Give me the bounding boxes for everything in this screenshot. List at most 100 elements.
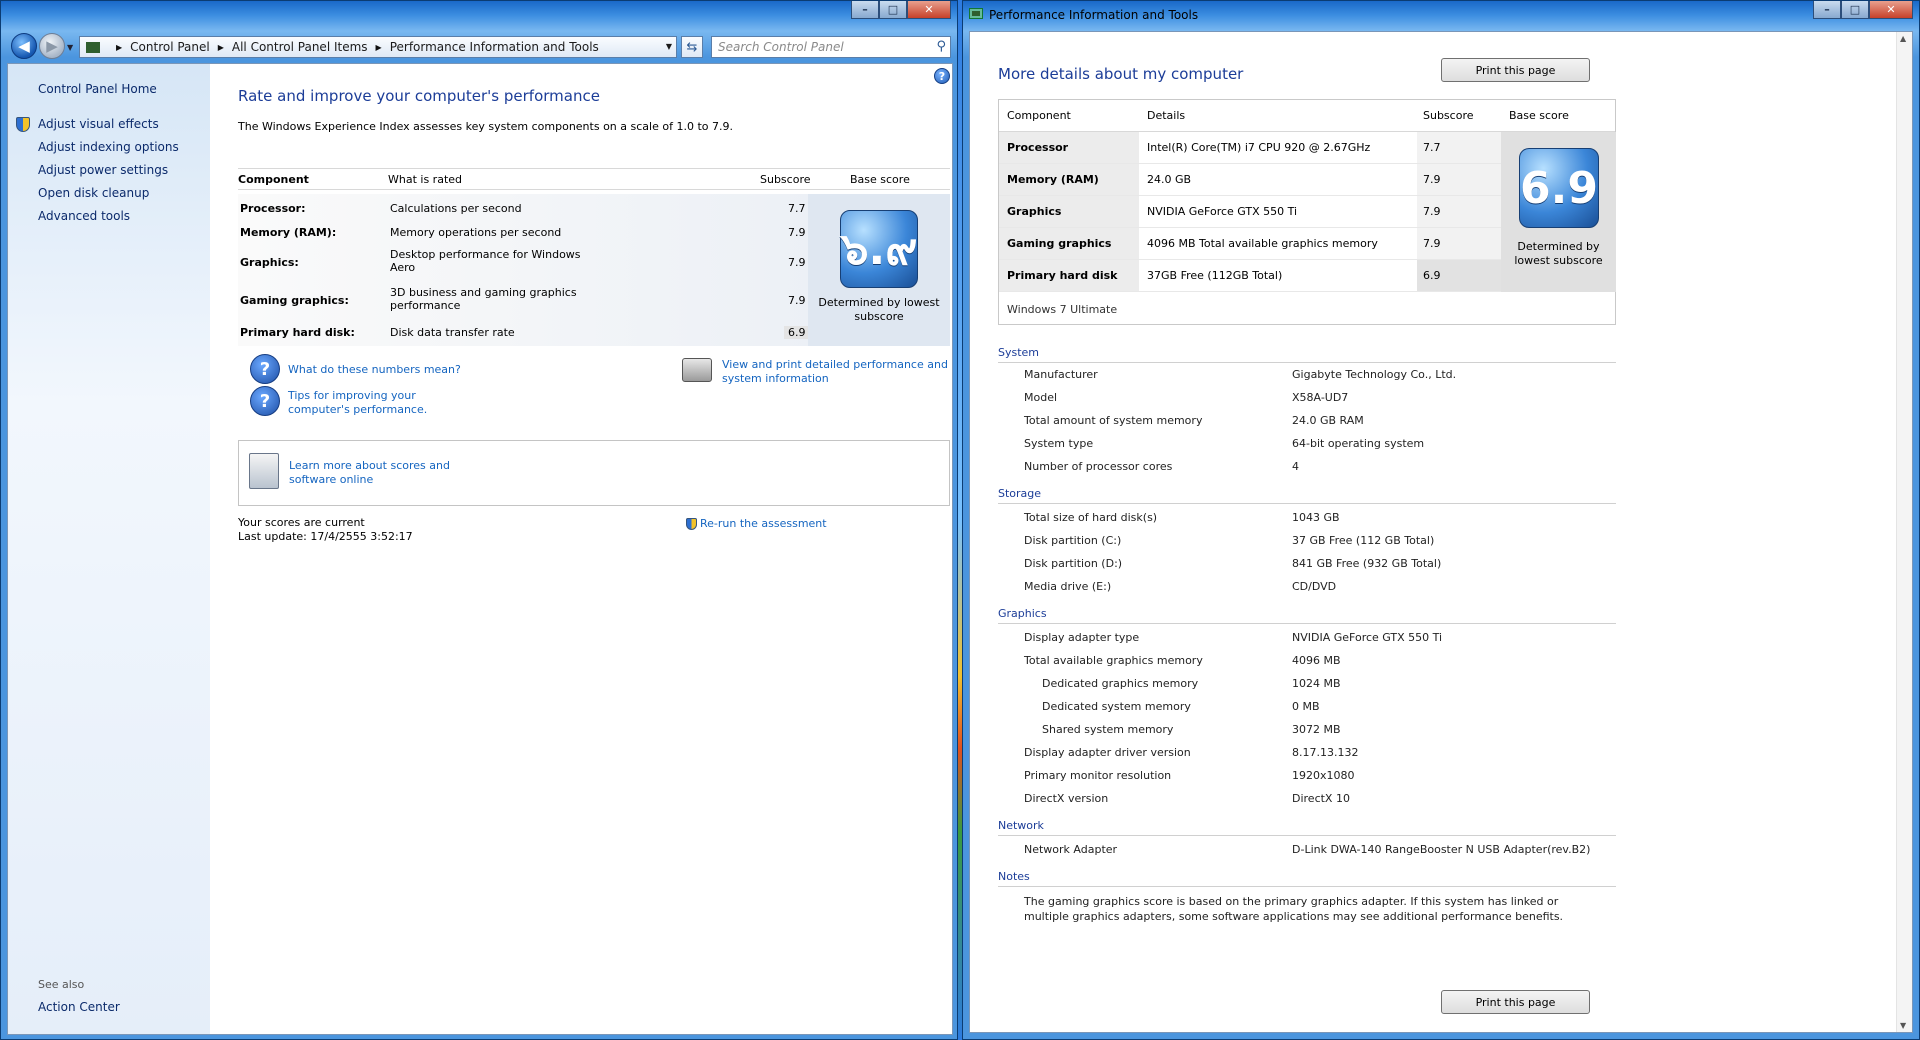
recent-pages-dropdown[interactable]: ▼ [67, 43, 73, 52]
shield-icon [16, 117, 30, 132]
minimize-button[interactable]: – [851, 1, 879, 19]
section-system-title: System [998, 346, 1616, 363]
main-panel: ? Rate and improve your computer's perfo… [226, 64, 952, 1034]
header-component: Component [238, 173, 309, 186]
forward-button[interactable]: ▶ [39, 33, 65, 59]
header-subscore: Subscore [760, 173, 811, 186]
sidebar-open-disk-cleanup[interactable]: Open disk cleanup [38, 186, 149, 200]
close-button[interactable]: ✕ [907, 1, 951, 19]
section-graphics-title: Graphics [998, 607, 1616, 624]
chevron-right-icon[interactable]: ▶ [218, 43, 224, 52]
tips-link[interactable]: Tips for improving your computer's perfo… [288, 389, 468, 417]
print-page-button-bottom[interactable]: Print this page [1441, 990, 1590, 1014]
info-value: 1043 GB [1292, 511, 1340, 524]
breadcrumb-all-items[interactable]: All Control Panel Items [232, 40, 368, 54]
info-value: 4 [1292, 460, 1299, 473]
section-notes-title: Notes [998, 870, 1616, 887]
chevron-right-icon[interactable]: ▶ [376, 43, 382, 52]
table-row: Processor: Calculations per second 7.7 [238, 202, 808, 226]
info-label: Number of processor cores [1024, 460, 1173, 473]
info-value: 841 GB Free (932 GB Total) [1292, 557, 1442, 570]
header-base-score: Base score [850, 173, 910, 186]
row-subscore: 7.9 [1417, 196, 1501, 227]
view-print-details-link[interactable]: View and print detailed performance and … [722, 358, 952, 386]
row-subscore: 7.9 [788, 294, 806, 307]
info-label: Total available graphics memory [1024, 654, 1203, 667]
row-component: Primary hard disk: [240, 326, 355, 339]
refresh-button[interactable]: ⇆ [681, 36, 703, 58]
rerun-assessment-link[interactable]: Re-run the assessment [700, 517, 827, 531]
chevron-right-icon[interactable]: ▶ [116, 43, 122, 52]
breadcrumb-performance[interactable]: Performance Information and Tools [390, 40, 599, 54]
table-row: Memory (RAM): Memory operations per seco… [238, 226, 808, 250]
search-icon[interactable]: ⚲ [936, 39, 946, 54]
table-row: Primary hard disk: Disk data transfer ra… [238, 326, 810, 350]
details-heading: More details about my computer [998, 65, 1244, 83]
table-row: Gaming graphics 4096 MB Total available … [999, 228, 1501, 260]
info-label: Total amount of system memory [1024, 414, 1203, 427]
info-label: DirectX version [1024, 792, 1109, 805]
row-component: Graphics: [240, 256, 299, 269]
table-row: Graphics: Desktop performance for Window… [238, 248, 808, 280]
breadcrumb-control-panel[interactable]: Control Panel [130, 40, 210, 54]
table-row: Primary hard disk 37GB Free (112GB Total… [999, 260, 1501, 292]
scroll-up-icon[interactable]: ▲ [1900, 34, 1906, 43]
help-icon[interactable]: ? [934, 68, 950, 84]
learn-more-link[interactable]: Learn more about scores and software onl… [289, 459, 499, 487]
control-panel-window: – □ ✕ ◀ ▶ ▼ ▶ Control Panel ▶ All Contro… [0, 0, 958, 1040]
windows-edition: Windows 7 Ultimate [1007, 303, 1118, 316]
row-what: Disk data transfer rate [390, 326, 515, 339]
details-table: Component Details Subscore Base score Pr… [998, 99, 1616, 325]
search-placeholder: Search Control Panel [718, 40, 844, 54]
info-value: D-Link DWA-140 RangeBooster N USB Adapte… [1292, 843, 1591, 856]
sidebar-adjust-visual-effects[interactable]: Adjust visual effects [38, 117, 159, 131]
info-value: 8.17.13.132 [1292, 746, 1359, 759]
sidebar-action-center[interactable]: Action Center [38, 1000, 120, 1014]
address-dropdown-icon[interactable]: ▼ [666, 42, 672, 51]
sidebar-advanced-tools[interactable]: Advanced tools [38, 209, 130, 223]
shield-icon [686, 518, 697, 530]
info-label: Disk partition (C:) [1024, 534, 1122, 547]
info-label: Total size of hard disk(s) [1024, 511, 1158, 524]
row-what: Memory operations per second [390, 226, 562, 239]
arrow-right-icon: ▶ [46, 37, 58, 55]
info-value: 0 MB [1292, 700, 1320, 713]
scroll-down-icon[interactable]: ▼ [1900, 1021, 1906, 1030]
info-value: CD/DVD [1292, 580, 1337, 593]
back-button[interactable]: ◀ [11, 33, 37, 59]
minimize-button[interactable]: – [1813, 1, 1841, 19]
info-label: Dedicated system memory [1042, 700, 1191, 713]
section-network-title: Network [998, 819, 1616, 836]
section-storage-title: Storage [998, 487, 1616, 504]
row-subscore: 7.9 [1417, 164, 1501, 195]
table-row: Gaming graphics: 3D business and gaming … [238, 286, 808, 318]
table-row: Processor Intel(R) Core(TM) i7 CPU 920 @… [999, 132, 1501, 164]
sidebar-control-panel-home[interactable]: Control Panel Home [38, 82, 157, 96]
info-value: 1024 MB [1292, 677, 1341, 690]
header-base-score: Base score [1509, 109, 1569, 122]
row-component: Memory (RAM) [999, 164, 1139, 195]
notes-text: The gaming graphics score is based on th… [1024, 895, 1564, 923]
last-update-text: Last update: 17/4/2555 3:52:17 [238, 530, 413, 543]
close-button[interactable]: ✕ [1869, 1, 1913, 19]
maximize-button[interactable]: □ [879, 1, 907, 19]
sidebar-adjust-power-settings[interactable]: Adjust power settings [38, 163, 168, 177]
info-label: Disk partition (D:) [1024, 557, 1123, 570]
maximize-button[interactable]: □ [1841, 1, 1869, 19]
search-input[interactable]: Search Control Panel ⚲ [711, 36, 951, 58]
numbers-meaning-link[interactable]: What do these numbers mean? [288, 363, 461, 377]
address-bar[interactable]: ▶ Control Panel ▶ All Control Panel Item… [79, 36, 677, 58]
print-page-button-top[interactable]: Print this page [1441, 58, 1590, 82]
row-component: Graphics [999, 196, 1139, 227]
details-table-header: Component Details Subscore Base score [999, 100, 1615, 132]
score-status: Your scores are current Last update: 17/… [238, 516, 413, 544]
info-value: NVIDIA GeForce GTX 550 Ti [1292, 631, 1443, 644]
row-subscore: 6.9 [1417, 260, 1501, 291]
sidebar-adjust-indexing-options[interactable]: Adjust indexing options [38, 140, 179, 154]
page-description: The Windows Experience Index assesses ke… [238, 120, 733, 133]
vertical-scrollbar[interactable]: ▲ ▼ [1896, 32, 1912, 1032]
status-text: Your scores are current [238, 516, 365, 529]
performance-details-window: Performance Information and Tools – □ ✕ … [962, 0, 1920, 1040]
row-details: 24.0 GB [1147, 173, 1192, 186]
info-value: Gigabyte Technology Co., Ltd. [1292, 368, 1457, 381]
